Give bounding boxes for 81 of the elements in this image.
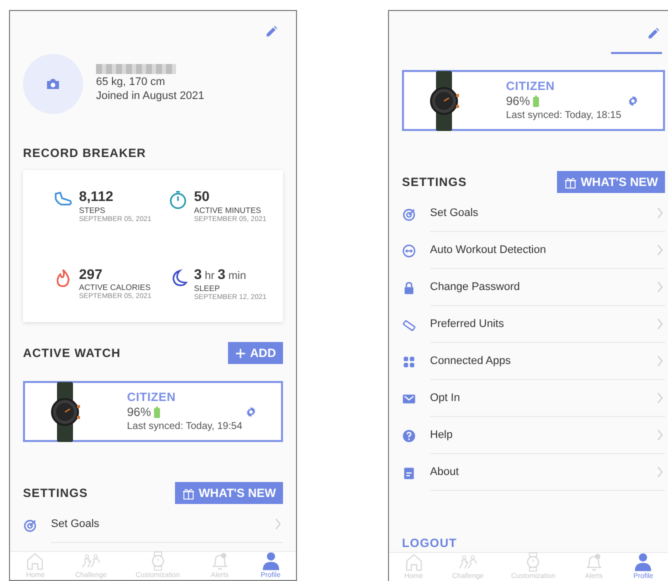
- gift-icon: [564, 176, 577, 188]
- chevron-right-icon: [657, 392, 663, 404]
- button-edge: [611, 52, 662, 54]
- watch-card[interactable]: CITIZEN 96% Last synced: Today, 19:54: [23, 381, 283, 442]
- section-title: RECORD BREAKER: [23, 145, 148, 162]
- settings-icon: [627, 94, 639, 106]
- stopwatch-icon: [168, 190, 188, 210]
- chevron-right-icon: [657, 355, 663, 367]
- lock-icon: [402, 280, 416, 294]
- section-title: SETTINGS: [402, 174, 467, 191]
- camera-icon: [45, 76, 61, 92]
- settings-row[interactable]: Auto Workout Detection: [402, 232, 665, 269]
- chevron-right-icon: [657, 244, 663, 256]
- battery-level: 96%: [127, 404, 152, 420]
- ruler-icon: [402, 318, 416, 332]
- edit-button[interactable]: [647, 27, 660, 40]
- envelope-icon: [402, 392, 416, 406]
- watch-settings-button[interactable]: [245, 406, 257, 418]
- record-label: ACTIVE CALORIES: [79, 283, 152, 293]
- settings-label: Preferred Units: [430, 316, 505, 332]
- chevron-right-icon: [657, 429, 663, 441]
- settings-label: Change Password: [430, 280, 521, 295]
- plus-icon: [235, 348, 246, 358]
- record-label: STEPS: [79, 206, 106, 216]
- last-synced: Last synced: Today, 18:15: [506, 110, 622, 122]
- whats-new-button[interactable]: WHAT'S NEW: [174, 482, 283, 504]
- record-unit: hr: [204, 270, 215, 284]
- settings-label: Set Goals: [430, 206, 480, 221]
- battery-icon: [153, 406, 162, 418]
- target-icon: [402, 206, 416, 220]
- joined-date: Joined in August 2021: [96, 90, 204, 104]
- clipboard-icon: [402, 466, 416, 480]
- section-title: ACTIVE WATCH: [23, 345, 121, 362]
- last-synced: Last synced: Today, 19:54: [127, 420, 244, 434]
- record-unit: min: [228, 270, 246, 284]
- target-icon: [23, 518, 37, 532]
- settings-label: Help: [430, 428, 454, 443]
- record-label: ACTIVE MINUTES: [194, 206, 262, 216]
- record-value: 8,112: [79, 188, 114, 206]
- settings-label: Connected Apps: [430, 354, 512, 369]
- settings-label: About: [430, 464, 460, 480]
- edit-button[interactable]: [265, 25, 278, 38]
- record-value: 3: [194, 266, 202, 284]
- record-value: 3: [218, 266, 226, 284]
- add-button[interactable]: ADD: [228, 342, 283, 364]
- arrows-circle-icon: [402, 244, 416, 258]
- chevron-right-icon: [657, 466, 663, 478]
- section-title: SETTINGS: [23, 485, 88, 502]
- settings-row[interactable]: Change Password: [402, 269, 665, 306]
- record-label: SLEEP: [194, 284, 221, 294]
- gift-icon: [182, 486, 195, 500]
- battery-level: 96%: [506, 94, 530, 109]
- settings-row[interactable]: Set Goals: [402, 195, 665, 232]
- watch-brand: CITIZEN: [506, 78, 556, 94]
- settings-row[interactable]: Help: [402, 417, 665, 454]
- pencil-icon: [647, 27, 660, 40]
- settings-label: Opt In: [430, 390, 461, 406]
- logout-button[interactable]: LOGOUT: [402, 534, 457, 552]
- settings-row[interactable]: Opt In: [402, 380, 665, 417]
- pencil-icon: [265, 25, 278, 38]
- watch-settings-button[interactable]: [627, 94, 639, 106]
- profile-stats: 65 kg, 170 cm: [96, 76, 166, 90]
- settings-row[interactable]: About: [402, 454, 665, 491]
- watch-brand: CITIZEN: [127, 390, 177, 405]
- record-value: 50: [194, 188, 210, 206]
- chevron-right-icon: [657, 318, 663, 330]
- whats-new-button[interactable]: WHAT'S NEW: [556, 171, 665, 193]
- settings-row[interactable]: Preferred Units: [402, 306, 665, 343]
- settings-row[interactable]: Set Goals: [23, 506, 283, 543]
- record-value: 297: [79, 266, 102, 284]
- chevron-right-icon: [275, 518, 281, 530]
- watch-card[interactable]: CITIZEN 96% Last synced: Today, 18:15: [402, 70, 665, 131]
- battery-icon: [532, 95, 540, 108]
- settings-label: Auto Workout Detection: [430, 242, 547, 258]
- settings-icon: [245, 406, 257, 418]
- chevron-right-icon: [657, 281, 663, 293]
- grid-icon: [402, 354, 416, 368]
- settings-row[interactable]: Connected Apps: [402, 343, 665, 380]
- help-icon: [402, 428, 416, 442]
- settings-label: Set Goals: [51, 516, 100, 532]
- chevron-right-icon: [657, 207, 663, 219]
